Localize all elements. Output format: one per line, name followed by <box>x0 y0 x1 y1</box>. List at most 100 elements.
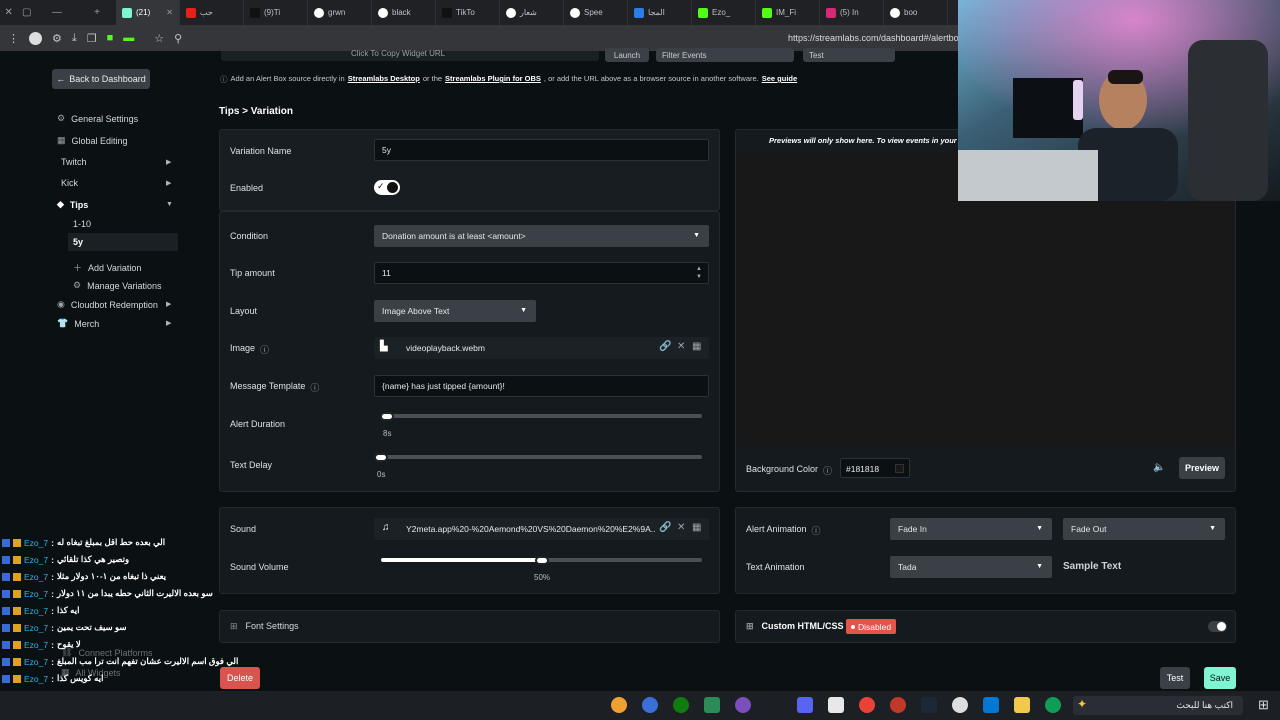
text-delay-slider-handle[interactable] <box>374 453 388 462</box>
manage-variations-link[interactable]: ⚙ Manage Variations <box>73 280 161 291</box>
copy-widget-url-text[interactable]: Click To Copy Widget URL <box>351 49 445 58</box>
extension-green-icon[interactable]: ▬ <box>123 32 134 44</box>
text-delay-slider[interactable] <box>381 455 702 459</box>
close-icon[interactable]: ✕ <box>677 522 685 533</box>
app-icon[interactable] <box>642 697 658 713</box>
steam-icon[interactable] <box>921 697 937 713</box>
link-icon[interactable]: 🔗 <box>659 341 671 352</box>
shirt-icon: 👕 <box>57 318 69 328</box>
tab-close-icon[interactable]: ✕ <box>166 8 173 17</box>
sidebar-item-cloudbot[interactable]: ◉ Cloudbot Redemption <box>57 299 158 310</box>
sidebar-tip-item[interactable]: 1-10 <box>73 219 91 229</box>
tab-item[interactable]: black <box>372 0 436 25</box>
tab-item[interactable]: Ezo_ <box>692 0 756 25</box>
filter-events-select[interactable]: Filter Events <box>656 48 794 62</box>
sidebar-item-tips[interactable]: ◆ Tips <box>57 199 88 210</box>
badge-icon <box>13 623 21 632</box>
alert-in-animation-select[interactable]: Fade In ▼ <box>890 518 1052 540</box>
bookmark-star-icon[interactable]: ☆ <box>154 32 164 45</box>
xbox-icon[interactable] <box>673 697 689 713</box>
profile-avatar-icon[interactable] <box>29 31 42 45</box>
stepper-icon[interactable]: ▲ ▼ <box>696 265 702 281</box>
extensions-icon[interactable]: ❐ <box>87 32 97 45</box>
link-icon[interactable]: 🔗 <box>659 522 671 533</box>
obs-plugin-link[interactable]: Streamlabs Plugin for OBS <box>445 74 541 85</box>
sidebar-item-general-settings[interactable]: ⚙ General Settings <box>57 113 138 124</box>
text-animation-select[interactable]: Tada ▼ <box>890 556 1052 578</box>
tab-item[interactable]: حب <box>180 0 244 25</box>
tab-item[interactable]: Spee <box>564 0 628 25</box>
sidebar-tip-item-selected[interactable]: 5y <box>68 233 178 251</box>
edge-icon[interactable] <box>1045 697 1061 713</box>
app-icon[interactable] <box>735 697 751 713</box>
tab-item[interactable]: (5) In <box>820 0 884 25</box>
new-tab-icon[interactable]: + <box>94 7 100 18</box>
settings-icon[interactable] <box>952 697 968 713</box>
badge-icon <box>2 555 10 564</box>
site-info-icon[interactable]: ⚲ <box>174 32 182 45</box>
close-icon[interactable]: ✕ <box>677 341 685 352</box>
enabled-toggle[interactable]: ✓ <box>374 180 400 195</box>
see-guide-link[interactable]: See guide <box>762 74 797 85</box>
windows-start-icon[interactable]: ⊞ <box>1258 697 1269 713</box>
streamlabs-desktop-link[interactable]: Streamlabs Desktop <box>348 74 420 85</box>
sidebar-item-twitch[interactable]: Twitch <box>61 157 87 167</box>
test-button[interactable]: Test <box>1160 667 1190 689</box>
window-icon[interactable]: ▢ <box>22 7 31 18</box>
app-icon[interactable] <box>828 697 844 713</box>
image-file-field[interactable]: ▙ videoplayback.webm 🔗 ✕ ▦ <box>374 337 709 359</box>
address-bar[interactable]: https://streamlabs.com/dashboard#/alertb… <box>788 33 959 43</box>
tab-streamlabs[interactable]: (21) ✕ <box>116 0 180 25</box>
tip-amount-input[interactable]: 11 ▲ ▼ <box>374 262 709 284</box>
layout-select[interactable]: Image Above Text ▼ <box>374 300 536 322</box>
back-to-dashboard-button[interactable]: ← Back to Dashboard <box>52 69 150 89</box>
tab-item[interactable]: المجا <box>628 0 692 25</box>
add-variation-link[interactable]: ＋ Add Variation <box>73 261 141 274</box>
outlook-icon[interactable] <box>983 697 999 713</box>
sidebar-item-global-editing[interactable]: ▦ Global Editing <box>57 135 128 146</box>
volume-icon[interactable]: 🔈 <box>1153 462 1165 473</box>
tab-item[interactable]: TikTo <box>436 0 500 25</box>
close-icon[interactable]: ✕ <box>5 7 13 18</box>
sidebar-item-kick[interactable]: Kick <box>61 178 78 188</box>
tab-item[interactable]: boo <box>884 0 948 25</box>
alert-out-animation-select[interactable]: Fade Out ▼ <box>1063 518 1225 540</box>
variation-name-input[interactable]: 5y <box>374 139 709 161</box>
extension-icon[interactable]: ■ <box>107 32 114 44</box>
discord-icon[interactable] <box>797 697 813 713</box>
message-template-input[interactable]: {name} has just tipped {amount}! <box>374 375 709 397</box>
alert-duration-slider[interactable] <box>381 414 702 418</box>
download-icon[interactable]: ⤓ <box>72 32 77 45</box>
sound-volume-slider-handle[interactable] <box>534 556 549 565</box>
tab-item[interactable]: grwn <box>308 0 372 25</box>
grid-icon[interactable]: ▦ <box>692 341 701 352</box>
sound-file-field[interactable]: ♫ Y2meta.app%20-%20Aemond%20VS%20Daemon%… <box>374 518 709 540</box>
tune-icon[interactable]: ⚙ <box>52 32 62 45</box>
save-button[interactable]: Save <box>1204 667 1236 689</box>
variation-name-label: Variation Name <box>230 146 292 156</box>
background-color-input[interactable]: #181818 <box>840 458 910 478</box>
sidebar-item-merch[interactable]: 👕 Merch <box>57 318 99 329</box>
tab-item[interactable]: (9)Ti <box>244 0 308 25</box>
tab-item[interactable]: IM_Fi <box>756 0 820 25</box>
nvidia-icon[interactable] <box>704 697 720 713</box>
minimize-icon[interactable]: — <box>52 7 62 18</box>
app-icon[interactable] <box>890 697 906 713</box>
tab-item[interactable]: شعار <box>500 0 564 25</box>
custom-html-switch[interactable] <box>1208 621 1227 632</box>
menu-icon[interactable]: ⋮ <box>8 32 19 45</box>
google-favicon-icon <box>378 7 388 18</box>
color-swatch[interactable] <box>895 464 904 473</box>
chrome-icon[interactable] <box>859 697 875 713</box>
file-explorer-icon[interactable] <box>1014 697 1030 713</box>
alert-duration-slider-handle[interactable] <box>380 412 395 421</box>
test-select[interactable]: Test <box>803 48 895 62</box>
preview-button[interactable]: Preview <box>1179 457 1225 479</box>
condition-select[interactable]: Donation amount is at least <amount> ▼ <box>374 225 709 247</box>
overwatch-icon[interactable] <box>611 697 627 713</box>
taskbar-search[interactable]: اكتب هنا للبحث ✦ <box>1073 696 1243 715</box>
grid-icon[interactable]: ▦ <box>692 522 701 533</box>
launch-button[interactable]: Launch <box>605 48 649 62</box>
widget-url-bar[interactable]: Click To Copy Widget URL <box>221 49 599 61</box>
custom-html-toggle[interactable]: ⊞ Custom HTML/CSS <box>746 621 844 632</box>
